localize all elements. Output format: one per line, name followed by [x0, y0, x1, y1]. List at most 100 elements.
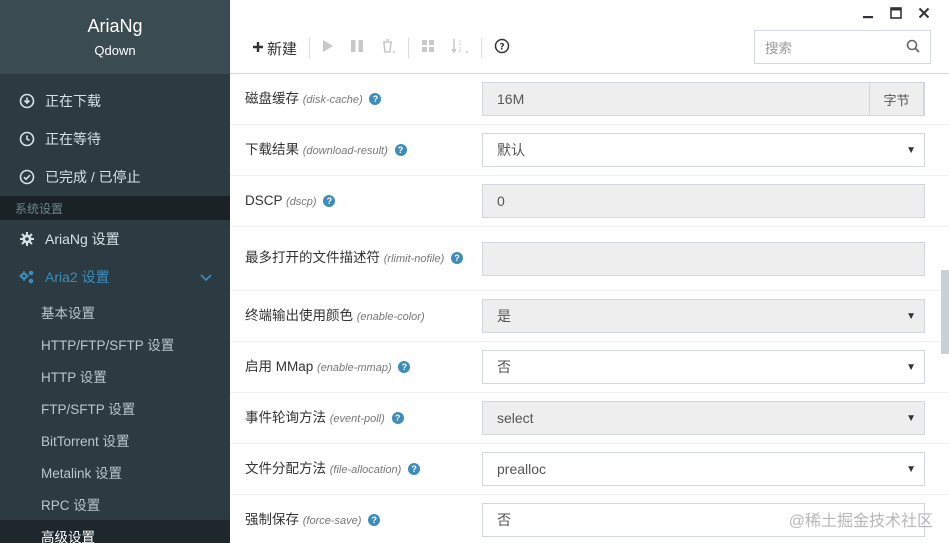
caret-down-icon: ▼	[906, 463, 916, 475]
caret-down-icon: ▼	[906, 412, 916, 424]
option-label: 磁盘缓存 (disk-cache) ?	[230, 89, 482, 110]
sub-item-basic[interactable]: 基本设置	[0, 296, 230, 328]
help-button[interactable]: ?	[486, 36, 518, 60]
maximize-icon[interactable]	[889, 6, 903, 20]
option-name: DSCP	[245, 192, 283, 208]
option-row-enable-mmap: 启用 MMap (enable-mmap) ? 否 ▼	[230, 342, 949, 393]
svg-text:1: 1	[458, 40, 462, 47]
option-value: 0	[497, 193, 505, 209]
sidebar-item-waiting[interactable]: 正在等待	[0, 120, 230, 158]
search-input[interactable]: 搜索	[765, 37, 906, 57]
divider	[309, 38, 311, 58]
option-key: (dscp)	[286, 195, 317, 208]
option-label: 强制保存 (force-save) ?	[230, 510, 482, 531]
scrollbar-thumb[interactable]	[941, 270, 949, 354]
option-value: 默认	[497, 142, 525, 158]
unit-addon: 字节	[869, 82, 924, 116]
help-icon[interactable]: ?	[408, 462, 421, 475]
search-icon[interactable]	[906, 39, 920, 56]
option-input[interactable]: 16M 字节	[482, 82, 925, 116]
option-label: DSCP (dscp) ?	[230, 191, 482, 212]
option-input[interactable]	[482, 241, 925, 276]
svg-text:2: 2	[458, 47, 462, 54]
pause-button[interactable]	[342, 36, 372, 60]
help-icon[interactable]: ?	[323, 194, 336, 207]
start-button[interactable]	[314, 36, 342, 60]
search-box[interactable]: 搜索	[754, 30, 931, 64]
sort-button[interactable]: 12	[443, 36, 477, 60]
option-select[interactable]: 默认 ▼	[482, 133, 925, 167]
option-select[interactable]: 是 ▼	[482, 299, 925, 333]
option-select[interactable]: select ▼	[482, 401, 925, 435]
delete-button[interactable]	[372, 36, 404, 60]
option-name: 磁盘缓存	[245, 90, 299, 106]
option-row-download-result: 下载结果 (download-result) ? 默认 ▼	[230, 125, 949, 176]
option-key: (download-result)	[302, 144, 388, 157]
option-row-enable-color: 终端输出使用颜色 (enable-color) 是 ▼	[230, 291, 949, 342]
option-row-file-allocation: 文件分配方法 (file-allocation) ? prealloc ▼	[230, 444, 949, 495]
sub-item-bittorrent[interactable]: BitTorrent 设置	[0, 424, 230, 456]
sidebar-item-ariang-settings[interactable]: AriaNg 设置	[0, 220, 230, 258]
check-circle-icon	[18, 168, 36, 186]
sub-item-ftp-sftp[interactable]: FTP/SFTP 设置	[0, 392, 230, 424]
sidebar-item-stopped[interactable]: 已完成 / 已停止	[0, 158, 230, 196]
clock-icon	[18, 130, 36, 148]
help-icon[interactable]: ?	[368, 513, 381, 526]
help-icon[interactable]: ?	[394, 143, 407, 156]
option-key: (event-poll)	[329, 412, 385, 425]
option-name: 强制保存	[245, 511, 299, 527]
help-icon[interactable]: ?	[451, 252, 464, 265]
sidebar: AriaNg Qdown 正在下载 正在等待 已完成 / 已停止 系统设置 Ar…	[0, 0, 230, 543]
close-icon[interactable]	[917, 6, 931, 20]
option-key: (rlimit-nofile)	[383, 253, 445, 265]
help-icon[interactable]: ?	[369, 92, 382, 105]
gears-icon	[18, 268, 36, 286]
help-icon[interactable]: ?	[398, 360, 411, 373]
sidebar-item-label: AriaNg 设置	[45, 231, 120, 247]
option-key: (enable-color)	[356, 310, 425, 323]
option-input[interactable]: 0	[482, 184, 925, 218]
option-label: 下载结果 (download-result) ?	[230, 140, 482, 161]
sub-item-metalink[interactable]: Metalink 设置	[0, 456, 230, 488]
section-label-cut	[0, 74, 230, 82]
option-name: 终端输出使用颜色	[245, 307, 353, 323]
caret-down-icon: ▼	[906, 310, 916, 322]
play-icon	[322, 39, 334, 57]
grid-icon	[421, 39, 435, 57]
sidebar-item-label: 正在下载	[45, 93, 101, 109]
sub-item-advanced[interactable]: 高级设置	[0, 520, 230, 543]
sub-item-http-ftp-sftp[interactable]: HTTP/FTP/SFTP 设置	[0, 328, 230, 360]
app-title: AriaNg	[87, 16, 143, 36]
option-select[interactable]: prealloc ▼	[482, 452, 925, 486]
gear-icon	[18, 230, 36, 248]
option-select[interactable]: 否 ▼	[482, 350, 925, 384]
sidebar-item-label: 已完成 / 已停止	[45, 169, 141, 185]
toolbar-buttons: 新建 12 ?	[244, 36, 518, 60]
sidebar-item-aria2-settings[interactable]: Aria2 设置	[0, 258, 230, 296]
help-icon[interactable]: ?	[391, 411, 404, 424]
divider	[481, 38, 483, 58]
aria2-submenu: 基本设置 HTTP/FTP/SFTP 设置 HTTP 设置 FTP/SFTP 设…	[0, 296, 230, 543]
option-value: select	[497, 410, 534, 426]
option-name: 事件轮询方法	[245, 409, 326, 425]
option-value: 16M	[497, 91, 525, 107]
option-row-disk-cache: 磁盘缓存 (disk-cache) ? 16M 字节	[230, 74, 949, 125]
caret-down-icon: ▼	[906, 361, 916, 373]
minimize-icon[interactable]	[861, 6, 875, 20]
display-mode-button[interactable]	[413, 36, 443, 60]
main-panel: 新建 12 ? 搜索 磁盘缓存 (disk-cache) ? 16M 字节 下载…	[230, 0, 949, 543]
new-task-button[interactable]: 新建	[244, 36, 305, 60]
section-header-settings: 系统设置	[0, 196, 230, 220]
sub-item-http[interactable]: HTTP 设置	[0, 360, 230, 392]
trash-icon	[380, 38, 396, 58]
sub-item-rpc[interactable]: RPC 设置	[0, 488, 230, 520]
option-label: 终端输出使用颜色 (enable-color)	[230, 306, 482, 327]
chevron-down-icon	[200, 269, 212, 285]
watermark: @稀土掘金技术社区	[788, 513, 933, 530]
question-circle-icon: ?	[494, 38, 510, 58]
option-label: 最多打开的文件描述符 (rlimit-nofile) ?	[230, 248, 482, 269]
sort-icon: 12	[451, 38, 469, 58]
new-task-label: 新建	[267, 40, 298, 58]
pause-icon	[350, 39, 364, 57]
sidebar-item-downloading[interactable]: 正在下载	[0, 82, 230, 120]
